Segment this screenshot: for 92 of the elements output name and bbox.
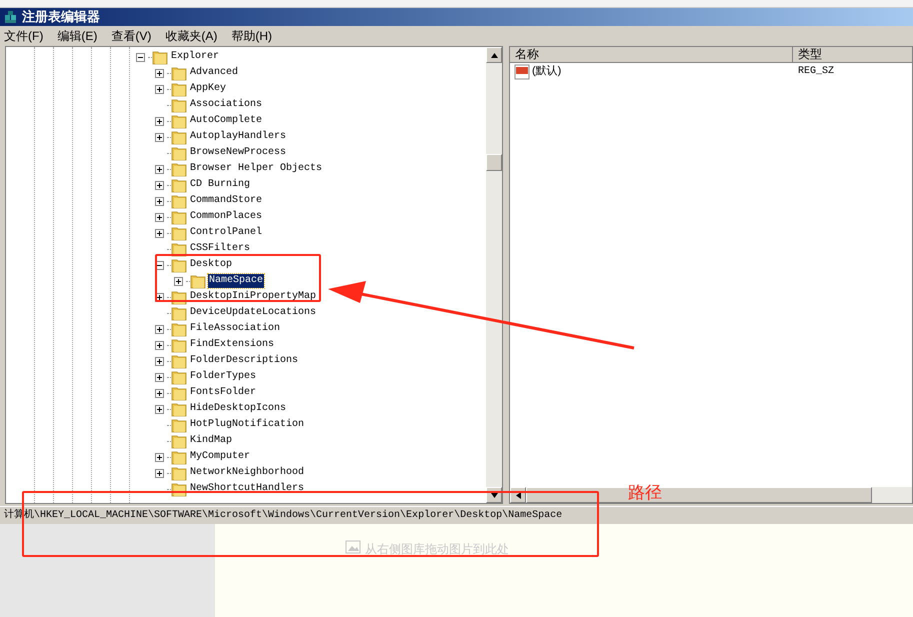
folder-icon <box>171 129 187 145</box>
tree-item[interactable]: Advanced <box>189 66 240 80</box>
folder-icon <box>171 257 187 273</box>
expand-toggle[interactable] <box>155 468 164 478</box>
folder-icon <box>171 81 187 97</box>
expand-toggle[interactable] <box>155 180 164 190</box>
folder-icon <box>171 353 187 369</box>
folder-icon <box>171 321 187 337</box>
folder-icon <box>171 193 187 209</box>
expand-toggle[interactable] <box>155 340 164 350</box>
folder-icon <box>171 177 187 193</box>
tree-item[interactable]: AutoplayHandlers <box>189 130 288 144</box>
tree-item[interactable]: CommandStore <box>189 194 264 208</box>
tree-item[interactable]: FontsFolder <box>189 386 258 400</box>
menu-item[interactable]: 帮助(H) <box>231 26 272 44</box>
string-value-icon <box>514 64 530 80</box>
scroll-up-button[interactable] <box>486 47 502 63</box>
folder-icon <box>171 417 187 433</box>
tree-item[interactable]: HideDesktopIcons <box>189 402 288 416</box>
folder-icon <box>171 465 187 481</box>
folder-icon <box>171 161 187 177</box>
expand-toggle[interactable] <box>155 212 164 222</box>
up-triangle-icon <box>490 50 498 60</box>
column-header[interactable]: 名称 <box>510 47 793 63</box>
tree-item[interactable]: FolderTypes <box>189 370 258 384</box>
image-icon <box>345 540 361 554</box>
expand-toggle[interactable] <box>155 84 164 94</box>
value-type: REG_SZ <box>797 65 834 79</box>
tree-item[interactable]: NewShortcutHandlers <box>189 482 306 496</box>
expand-toggle[interactable] <box>155 372 164 382</box>
tree-item[interactable]: FolderDescriptions <box>189 354 300 368</box>
tree-item[interactable]: NetworkNeighborhood <box>189 466 306 480</box>
menu-item[interactable]: 编辑(E) <box>57 26 98 44</box>
tree-item[interactable]: ControlPanel <box>189 226 264 240</box>
folder-icon <box>171 305 187 321</box>
tree-item[interactable]: AppKey <box>189 82 228 96</box>
expand-toggle[interactable] <box>155 452 164 462</box>
folder-icon <box>171 97 187 113</box>
registry-cubes-icon <box>4 10 18 24</box>
tree-item[interactable]: Desktop <box>189 258 234 272</box>
tree-item[interactable]: Explorer <box>170 50 220 64</box>
down-triangle-icon <box>490 490 498 500</box>
menu-item[interactable]: 查看(V) <box>111 26 152 44</box>
expand-toggle[interactable] <box>155 388 164 398</box>
folder-icon <box>171 225 187 241</box>
tree-item[interactable]: HotPlugNotification <box>189 418 306 432</box>
tree-item[interactable]: NameSpace <box>208 274 264 288</box>
folder-icon <box>171 369 187 385</box>
tree-item[interactable]: MyComputer <box>189 450 252 464</box>
tree-item[interactable]: FindExtensions <box>189 338 276 352</box>
tree-item[interactable]: DesktopIniPropertyMap <box>189 290 318 304</box>
expand-toggle[interactable] <box>155 404 164 414</box>
folder-icon <box>171 113 187 129</box>
tree-item[interactable]: Associations <box>189 98 264 112</box>
expand-toggle[interactable] <box>155 164 164 174</box>
folder-icon <box>171 337 187 353</box>
tree-item[interactable]: CD Burning <box>189 178 252 192</box>
menu-item[interactable]: 收藏夹(A) <box>165 26 218 44</box>
column-header[interactable]: 类型 <box>793 47 912 63</box>
vertical-scrollbar[interactable] <box>486 47 502 503</box>
folder-icon <box>171 401 187 417</box>
folder-icon <box>152 49 168 65</box>
tree-item[interactable]: CommonPlaces <box>189 210 264 224</box>
folder-icon <box>171 385 187 401</box>
expand-toggle[interactable] <box>155 324 164 334</box>
annotation-label: 路径 <box>628 482 662 504</box>
tree-item[interactable]: BrowseNewProcess <box>189 146 288 160</box>
tree-item[interactable]: FileAssociation <box>189 322 282 336</box>
menu-item[interactable]: 文件(F) <box>4 26 44 44</box>
tree-item[interactable]: CSSFilters <box>189 242 252 256</box>
window-title: 注册表编辑器 <box>22 8 100 26</box>
expand-toggle[interactable] <box>155 132 164 142</box>
expand-toggle[interactable] <box>155 228 164 238</box>
folder-icon <box>171 209 187 225</box>
scroll-thumb[interactable] <box>486 154 502 171</box>
value-name[interactable]: (默认) <box>532 63 562 80</box>
expand-toggle[interactable] <box>155 68 164 78</box>
left-triangle-icon <box>514 490 522 500</box>
tree-item[interactable]: Browser Helper Objects <box>189 162 324 176</box>
folder-icon <box>171 145 187 161</box>
folder-icon <box>171 433 187 449</box>
expand-toggle[interactable] <box>155 196 164 206</box>
tree-item[interactable]: AutoComplete <box>189 114 264 128</box>
tree-item[interactable]: DeviceUpdateLocations <box>189 306 318 320</box>
expand-toggle[interactable] <box>155 116 164 126</box>
folder-icon <box>190 273 206 289</box>
expand-toggle[interactable] <box>174 276 183 286</box>
folder-icon <box>171 449 187 465</box>
collapse-toggle[interactable] <box>136 52 145 62</box>
tree-item[interactable]: KindMap <box>189 434 234 448</box>
folder-icon <box>171 65 187 81</box>
expand-toggle[interactable] <box>155 356 164 366</box>
